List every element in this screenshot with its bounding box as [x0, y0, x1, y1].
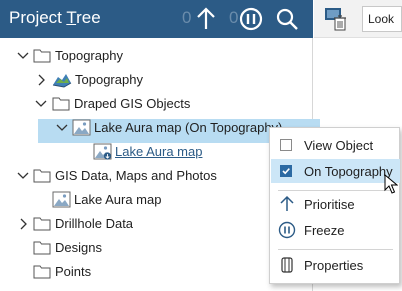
image-map-icon: [72, 119, 91, 136]
tree-item-label: Topography: [55, 48, 123, 63]
chevron-down-icon[interactable]: [35, 98, 47, 110]
topography-surface-icon: [52, 74, 72, 88]
menu-item-label: Prioritise: [304, 197, 355, 212]
mouse-cursor-icon: [384, 174, 398, 194]
menu-item-properties[interactable]: Properties: [271, 253, 400, 277]
tree-item-drillhole-data[interactable]: Drillhole Data: [0, 212, 313, 236]
freeze-icon[interactable]: [238, 6, 264, 32]
chevron-right-icon[interactable]: [35, 74, 47, 86]
menu-separator: [278, 249, 393, 250]
menu-item-on-topography[interactable]: On Topography: [271, 159, 400, 183]
tree-item-points[interactable]: Points: [0, 260, 313, 284]
tree-item-topography-folder[interactable]: Topography: [0, 44, 313, 68]
checkmark-icon: [282, 168, 290, 175]
menu-item-label: Properties: [304, 258, 364, 273]
look-button[interactable]: Look: [362, 6, 402, 32]
menu-item-label: Freeze: [304, 223, 345, 238]
folder-icon: [52, 97, 70, 111]
project-tree-header: Project Tree 0 0: [0, 0, 313, 38]
image-link-icon: [93, 143, 112, 160]
folder-icon: [33, 217, 51, 231]
tree-item-label: Topography: [75, 72, 143, 87]
freeze-icon: [278, 221, 296, 239]
tree-item-draped-gis-objects[interactable]: Draped GIS Objects: [0, 92, 313, 116]
panel-title-suffix: ree: [76, 8, 101, 27]
view-object-checkbox[interactable]: [280, 139, 292, 151]
chevron-right-icon[interactable]: [17, 218, 29, 230]
tree-item-label: GIS Data, Maps and Photos: [55, 168, 217, 183]
tree-item-label[interactable]: Lake Aura map: [115, 140, 202, 164]
tree-item-label: Points: [55, 264, 92, 279]
tree-item-label: Draped GIS Objects: [74, 96, 191, 111]
tree-item-label: Lake Aura map (On Topography): [94, 120, 283, 135]
tree-item-label: Drillhole Data: [55, 216, 134, 231]
image-map-icon: [52, 191, 71, 208]
folder-icon: [33, 241, 51, 255]
app-root: Project Tree 0 0 Topography Topography D…: [0, 0, 402, 291]
panel-title-mnemonic: T: [66, 8, 77, 27]
folder-icon: [33, 49, 51, 63]
chevron-down-icon[interactable]: [17, 50, 29, 62]
folder-icon: [33, 169, 51, 183]
tree-item-topography-surface[interactable]: Topography: [0, 68, 313, 92]
tree-item-lake-aura-map[interactable]: Lake Aura map: [0, 188, 313, 212]
prioritise-arrow-icon: [280, 195, 294, 211]
panel-title: Project Tree: [9, 8, 101, 28]
menu-item-freeze[interactable]: Freeze: [271, 218, 400, 242]
tree-item-label: Lake Aura map: [74, 192, 162, 207]
project-tree-panel: Project Tree 0 0 Topography Topography D…: [0, 0, 320, 291]
prioritise-count: 0: [182, 8, 192, 27]
folder-icon: [33, 265, 51, 279]
menu-item-label: View Object: [304, 138, 374, 153]
tree-item-designs[interactable]: Designs: [0, 236, 313, 260]
tree-item-lake-aura-link[interactable]: Lake Aura map: [0, 140, 313, 164]
tree-item-gis-data[interactable]: GIS Data, Maps and Photos: [0, 164, 313, 188]
tree-item-label: Designs: [55, 240, 102, 255]
chevron-down-icon[interactable]: [17, 170, 29, 182]
properties-icon: [281, 257, 293, 273]
search-icon[interactable]: [274, 6, 300, 32]
clear-scene-icon[interactable]: [324, 6, 348, 32]
context-menu: View Object On Topography Prioritise Fre…: [269, 127, 400, 284]
prioritise-arrow-icon[interactable]: [193, 6, 219, 32]
chevron-down-icon[interactable]: [56, 122, 68, 134]
on-topography-checkbox[interactable]: [280, 165, 292, 177]
menu-item-view-object[interactable]: View Object: [271, 133, 400, 157]
tree-item-lake-aura-on-topography[interactable]: Lake Aura map (On Topography): [0, 116, 313, 140]
menu-item-prioritise[interactable]: Prioritise: [271, 192, 400, 216]
menu-item-label: On Topography: [304, 164, 393, 179]
menu-separator: [278, 190, 393, 191]
panel-title-prefix: Project: [9, 8, 67, 27]
